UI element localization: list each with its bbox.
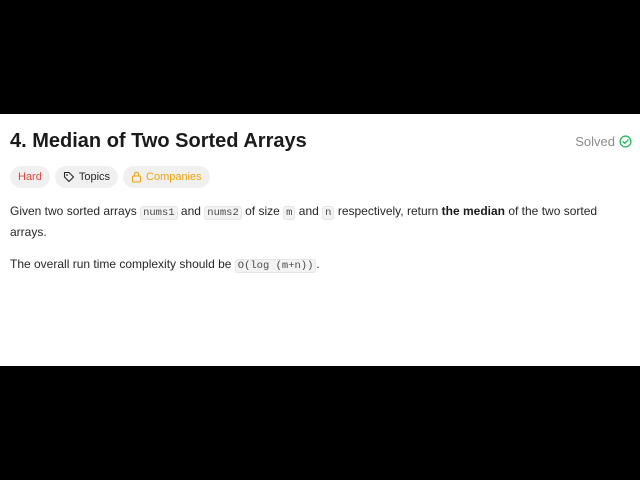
companies-label: Companies [146, 171, 202, 183]
code-complexity: O(log (m+n)) [234, 259, 317, 273]
difficulty-badge: Hard [10, 166, 50, 188]
title-row: 4. Median of Two Sorted Arrays Solved [10, 126, 632, 156]
problem-description: Given two sorted arrays nums1 and nums2 … [10, 202, 620, 289]
letterbox-top [0, 0, 640, 114]
code-nums1: nums1 [140, 206, 178, 220]
text-segment: of size [241, 204, 284, 218]
code-n: n [322, 206, 335, 220]
companies-button[interactable]: Companies [123, 166, 210, 188]
text-segment: . [316, 257, 320, 271]
problem-title[interactable]: 4. Median of Two Sorted Arrays [10, 130, 307, 153]
bold-median: the median [441, 204, 505, 218]
code-m: m [283, 206, 296, 220]
difficulty-label: Hard [18, 171, 42, 183]
tag-row: Hard Topics Companies [10, 166, 210, 188]
text-segment: respectively, return [334, 204, 442, 218]
description-paragraph-1: Given two sorted arrays nums1 and nums2 … [10, 202, 620, 242]
topics-button[interactable]: Topics [54, 166, 119, 188]
lock-icon [131, 171, 142, 183]
check-circle-icon [619, 134, 632, 148]
text-segment: Given two sorted arrays [10, 204, 141, 218]
code-nums2: nums2 [204, 206, 242, 220]
solved-label: Solved [575, 133, 615, 149]
topics-label: Topics [78, 171, 111, 183]
problem-panel: 4. Median of Two Sorted Arrays Solved Ha… [0, 114, 640, 366]
letterbox-bottom [0, 366, 640, 480]
description-paragraph-2: The overall run time complexity should b… [10, 255, 620, 276]
text-segment: and [295, 204, 323, 218]
tag-icon [63, 171, 75, 183]
solved-status: Solved [575, 134, 632, 149]
text-segment: and [177, 204, 205, 218]
text-segment: The overall run time complexity should b… [10, 257, 235, 271]
